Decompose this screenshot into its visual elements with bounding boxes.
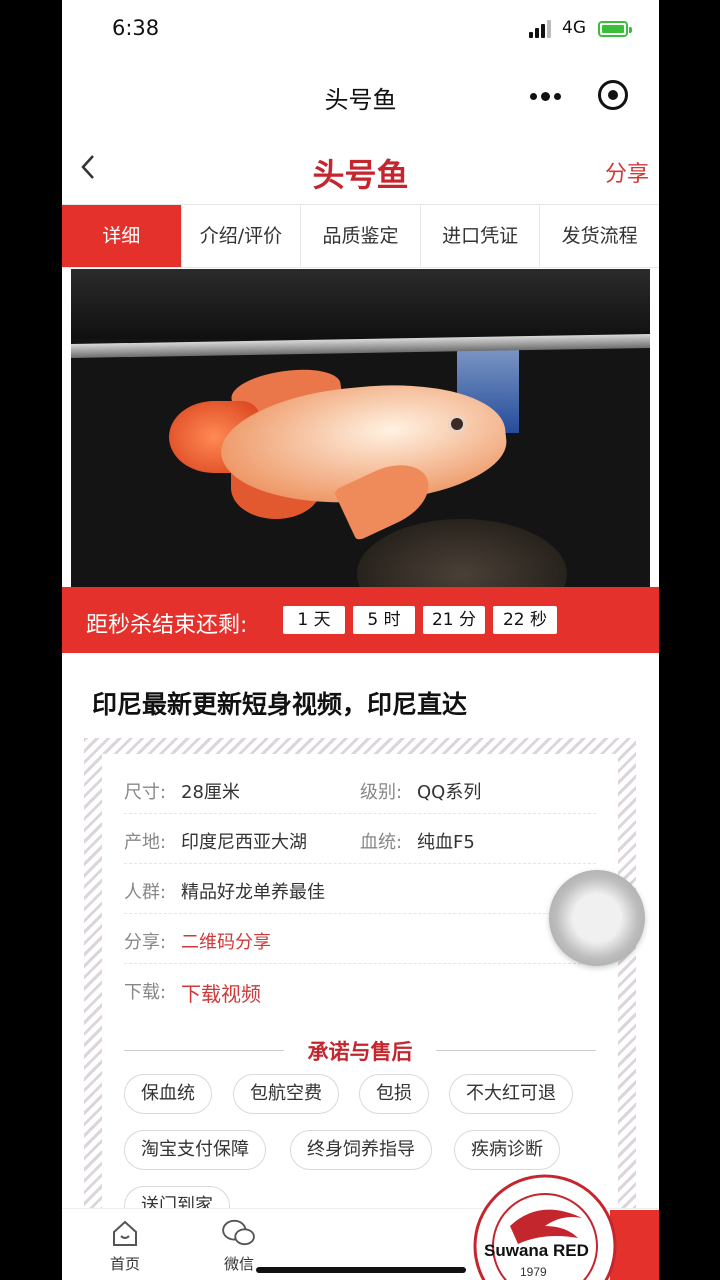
size-key: 尺寸: [124,782,167,803]
home-icon [113,1220,137,1246]
flash-sale-countdown: 距秒杀结束还剩: 1 天 5 时 21 分 22 秒 [62,587,659,653]
tab-intro-review[interactable]: 介绍/评价 [182,205,302,267]
logo-year: 1979 [520,1265,547,1279]
share-key: 分享: [124,932,167,953]
wechat-label: 微信 [223,1255,254,1273]
info-row-download: 下载: 下载视频 [124,964,596,1014]
share-button[interactable]: 分享 [605,156,649,188]
tab-import-proof[interactable]: 进口凭证 [421,205,541,267]
status-time: 6:38 [112,16,160,40]
size-value: 28厘米 [181,782,240,803]
signal-icon [529,20,553,38]
tab-quality[interactable]: 品质鉴定 [301,205,421,267]
product-video[interactable] [71,269,650,587]
promise-tag: 不大红可退 [449,1074,573,1114]
battery-icon [598,21,632,37]
mini-program-nav: 头号鱼 [62,60,659,132]
promise-tag: 终身饲养指导 [290,1130,432,1170]
qr-share-link[interactable]: 二维码分享 [181,928,271,954]
floating-assistive-button[interactable] [549,870,645,966]
countdown-label: 距秒杀结束还剩: [86,613,248,638]
bottom-wechat[interactable]: 微信 [214,1219,264,1274]
page-header: 头号鱼 分享 [62,136,659,204]
audience-value: 精品好龙单养最佳 [181,882,325,903]
promise-tag: 淘宝支付保障 [124,1130,266,1170]
product-info-card: 尺寸: 28厘米 级别: QQ系列 产地: 印度尼西亚大湖 血统: 纯血F5 人… [84,738,636,1238]
tab-detail[interactable]: 详细 [62,205,182,267]
info-row-share: 分享: 二维码分享 [124,914,596,964]
home-label: 首页 [109,1255,140,1273]
promise-tag: 包航空费 [233,1074,339,1114]
network-label: 4G [562,18,586,38]
countdown-seconds: 22 秒 [493,606,557,634]
info-row-audience: 人群: 精品好龙单养最佳 [124,864,596,914]
wechat-icon [222,1219,255,1246]
close-program-icon[interactable] [598,80,628,110]
home-indicator [256,1267,466,1273]
promise-tag: 疾病诊断 [454,1130,560,1170]
blood-value: 纯血F5 [417,832,475,853]
promise-header: 承诺与售后 [124,1036,596,1064]
origin-value: 印度尼西亚大湖 [181,832,307,853]
info-row-size-level: 尺寸: 28厘米 级别: QQ系列 [124,764,596,814]
product-title: 印尼最新更新短身视频，印尼直达 [92,690,468,719]
promise-title: 承诺与售后 [307,1040,413,1064]
countdown-hours: 5 时 [353,606,415,634]
level-value: QQ系列 [417,782,482,803]
phone-screen: 6:38 4G 头号鱼 头号鱼 分享 详细 介绍/评价 品质鉴定 进口凭证 发货… [62,0,659,1280]
logo-text: Suwana RED [484,1241,589,1260]
suwana-red-logo: Suwana RED 1979 [473,1174,617,1280]
status-bar: 6:38 4G [62,0,659,60]
promise-tag: 保血统 [124,1074,212,1114]
bottom-home[interactable]: 首页 [100,1219,150,1274]
blood-key: 血统: [360,832,403,853]
countdown-days: 1 天 [283,606,345,634]
capsule-menu [530,78,640,114]
download-key: 下载: [124,982,167,1003]
tab-shipping[interactable]: 发货流程 [540,205,659,267]
info-row-origin-blood: 产地: 印度尼西亚大湖 血统: 纯血F5 [124,814,596,864]
origin-key: 产地: [124,832,167,853]
more-dots-icon[interactable] [530,92,562,101]
brand-title: 头号鱼 [312,156,409,194]
countdown-minutes: 21 分 [423,606,485,634]
audience-key: 人群: [124,882,167,903]
download-video-link[interactable]: 下载视频 [181,978,261,1007]
promise-tag: 包损 [359,1074,429,1114]
tab-bar: 详细 介绍/评价 品质鉴定 进口凭证 发货流程 [62,204,659,268]
level-key: 级别: [360,782,403,803]
